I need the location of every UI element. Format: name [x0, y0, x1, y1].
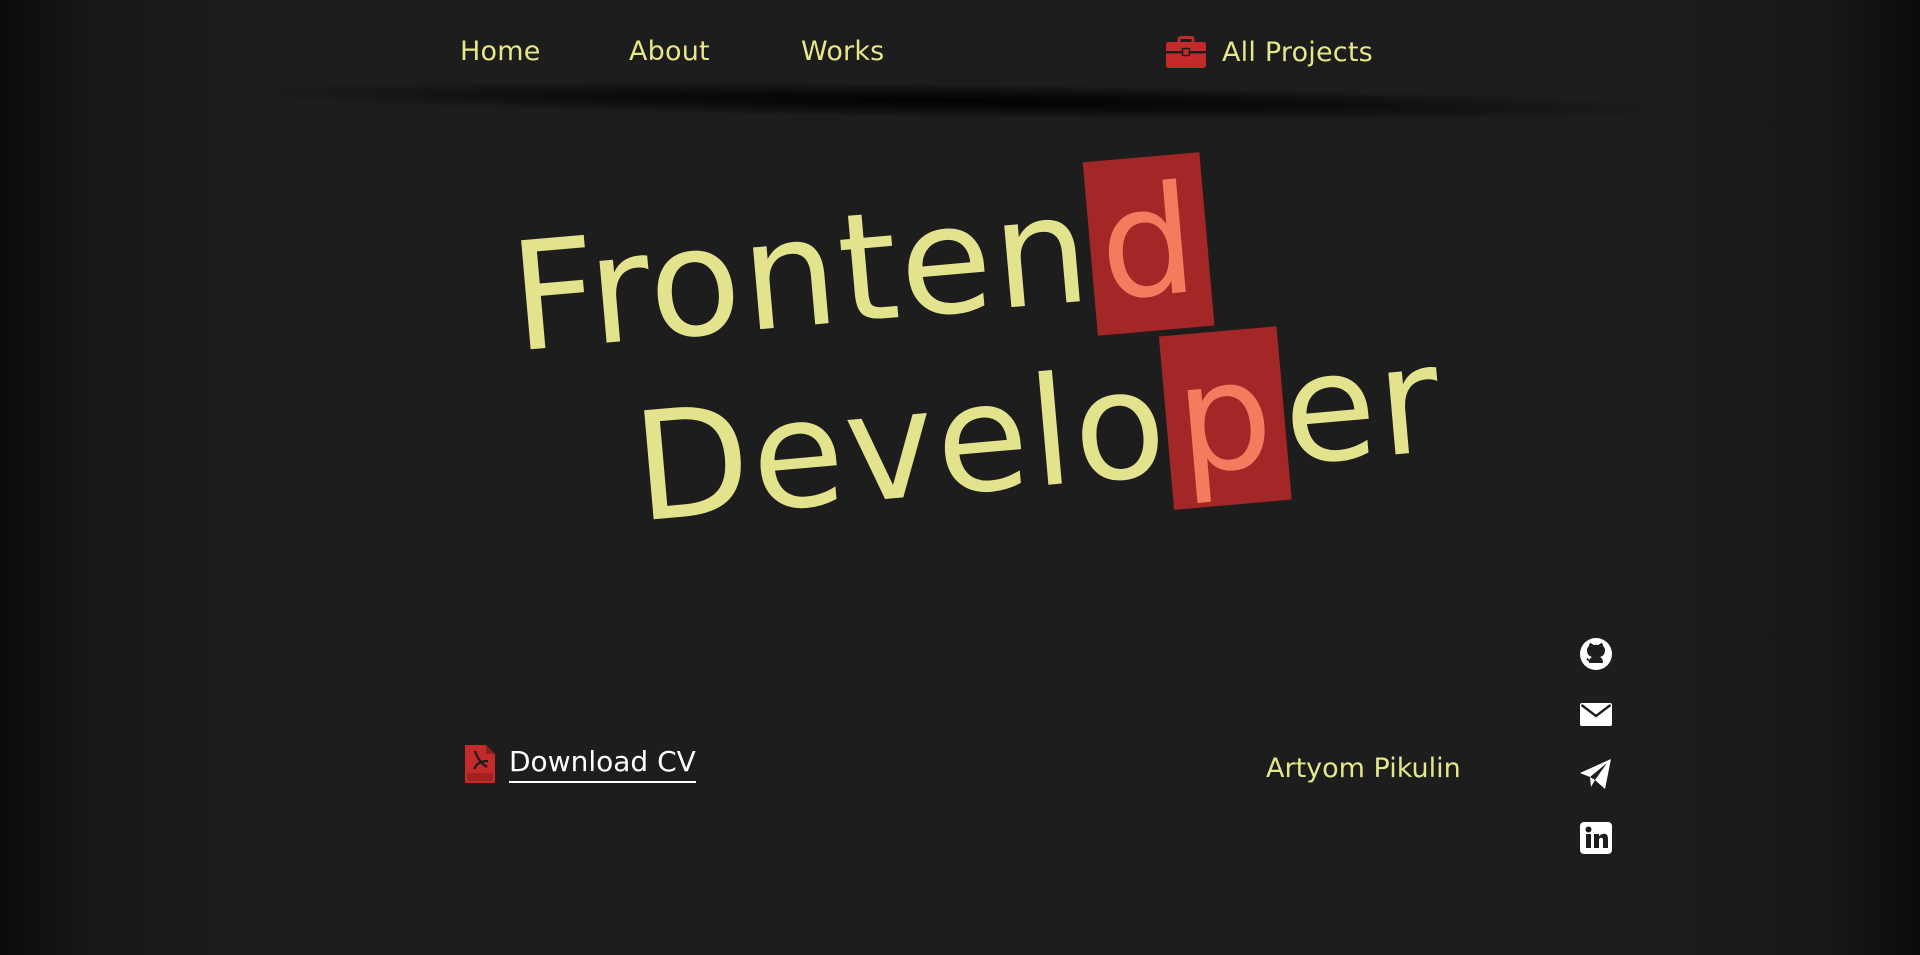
github-icon: [1578, 636, 1614, 672]
github-link[interactable]: [1578, 636, 1614, 672]
nav-works-link[interactable]: Works: [801, 36, 884, 67]
pdf-file-icon: [463, 743, 497, 785]
download-cv-link[interactable]: Download CV: [463, 743, 696, 785]
author-name: Artyom Pikulin: [1266, 753, 1461, 784]
nav-all-projects-label: All Projects: [1222, 36, 1373, 68]
nav-home-link[interactable]: Home: [460, 36, 541, 67]
linkedin-link[interactable]: [1578, 820, 1614, 856]
telegram-icon: [1578, 756, 1614, 792]
briefcase-icon: [1166, 36, 1206, 68]
mail-icon: [1578, 696, 1614, 732]
top-navbar: Home About Works All Projects: [0, 0, 1920, 100]
linkedin-icon: [1578, 820, 1614, 856]
nav-all-projects-link[interactable]: All Projects: [1166, 36, 1373, 68]
download-cv-label: Download CV: [509, 745, 696, 783]
page-background: [0, 0, 1920, 955]
email-link[interactable]: [1578, 696, 1614, 732]
telegram-link[interactable]: [1578, 756, 1614, 792]
nav-about-link[interactable]: About: [629, 36, 710, 67]
